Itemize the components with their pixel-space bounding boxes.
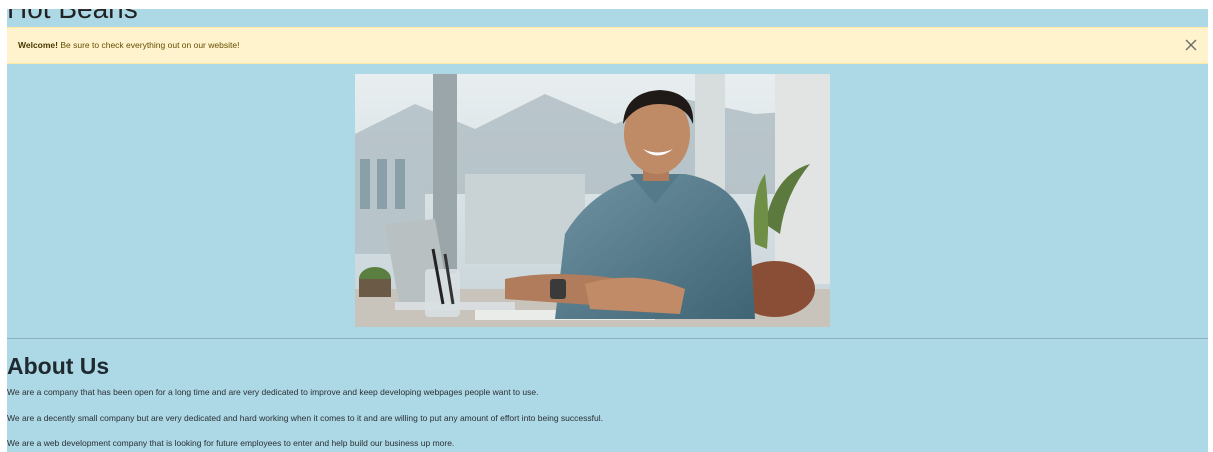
welcome-alert: Welcome! Be sure to check everything out… bbox=[7, 27, 1208, 64]
section-divider bbox=[7, 338, 1208, 339]
hero-image bbox=[355, 74, 830, 327]
close-icon[interactable] bbox=[1184, 38, 1198, 52]
about-heading: About Us bbox=[7, 353, 110, 379]
page: Hot Beans Welcome! Be sure to check ever… bbox=[7, 9, 1208, 452]
about-paragraph-1: We are a company that has been open for … bbox=[7, 387, 539, 397]
about-paragraph-3: We are a web development company that is… bbox=[7, 438, 455, 448]
alert-text: Welcome! Be sure to check everything out… bbox=[18, 40, 239, 50]
alert-message: Be sure to check everything out on our w… bbox=[58, 40, 240, 50]
site-title: Hot Beans bbox=[7, 9, 138, 25]
about-paragraph-2: We are a decently small company but are … bbox=[7, 413, 603, 423]
alert-strong: Welcome! bbox=[18, 40, 58, 50]
